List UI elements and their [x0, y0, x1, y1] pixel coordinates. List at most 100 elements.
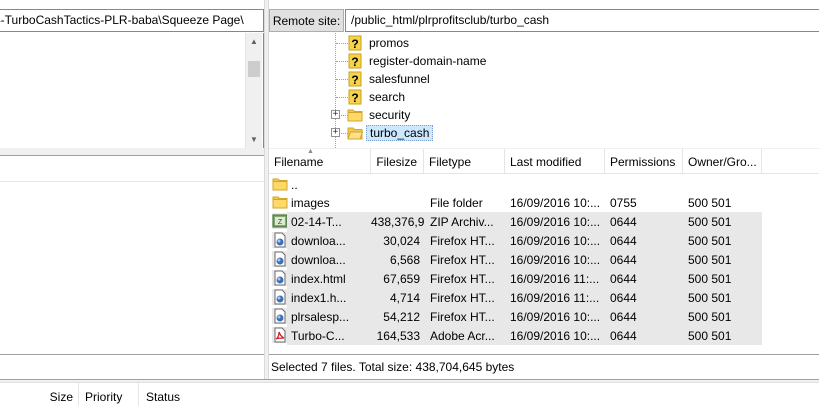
file-row[interactable]: index.html 67,659 Firefox HT... 16/09/20…: [269, 269, 819, 288]
file-type: Firefox HT...: [424, 231, 505, 250]
tree-item-label: register-domain-name: [369, 54, 487, 68]
file-type: Firefox HT...: [424, 250, 505, 269]
file-size: 54,212: [371, 307, 424, 326]
expand-icon[interactable]: +: [331, 128, 340, 137]
tree-item-search[interactable]: ? search: [269, 88, 819, 106]
file-name: plrsalesp...: [287, 307, 371, 326]
file-permissions: 0644: [605, 326, 683, 345]
file-name: images: [291, 196, 330, 210]
local-tree-scrollbar[interactable]: ▲ ▼: [245, 33, 262, 148]
column-label: Owner/Gro...: [688, 155, 757, 169]
tree-item-label: salesfunnel: [369, 72, 430, 86]
remote-directory-tree[interactable]: ? promos ? register-domain-name ? salesf…: [269, 33, 819, 148]
local-directory-tree[interactable]: [0, 33, 264, 148]
tree-item-security[interactable]: + security: [269, 106, 819, 124]
local-path-input[interactable]: 4-TurboCashTactics-PLR-baba\Squeeze Page…: [0, 9, 264, 32]
file-row[interactable]: downloa... 6,568 Firefox HT... 16/09/201…: [269, 250, 819, 269]
remote-site-label: Remote site:: [269, 9, 344, 32]
file-modified: 16/09/2016 10:...: [505, 212, 605, 231]
file-permissions: 0755: [610, 196, 637, 210]
file-row[interactable]: plrsalesp... 54,212 Firefox HT... 16/09/…: [269, 307, 819, 326]
queue-column-size[interactable]: Size: [0, 383, 79, 406]
file-size: 6,568: [371, 250, 424, 269]
folder-icon: [272, 176, 288, 192]
local-pane-splitter[interactable]: [0, 148, 264, 156]
scroll-up-arrow-icon[interactable]: ▲: [246, 33, 262, 49]
column-label: Status: [146, 390, 181, 404]
html-file-icon: [272, 232, 288, 248]
file-owner: 500 501: [683, 212, 762, 231]
file-owner: 500 501: [683, 269, 762, 288]
file-modified: 16/09/2016 10:...: [510, 196, 601, 210]
html-file-icon: [272, 251, 288, 267]
svg-text:?: ?: [351, 55, 358, 69]
file-row[interactable]: images File folder 16/09/2016 10:... 075…: [269, 193, 819, 212]
file-type: Firefox HT...: [424, 269, 505, 288]
column-header-permissions[interactable]: Permissions: [605, 149, 683, 174]
file-row[interactable]: Turbo-C... 164,533 Adobe Acr... 16/09/20…: [269, 326, 819, 345]
tree-item-label: turbo_cash: [366, 125, 434, 141]
tree-item-register-domain-name[interactable]: ? register-domain-name: [269, 52, 819, 70]
column-header-filename[interactable]: ▲ Filename: [269, 149, 371, 174]
html-file-icon: [272, 308, 288, 324]
scroll-down-arrow-icon[interactable]: ▼: [246, 131, 262, 147]
file-owner: 500 501: [683, 288, 762, 307]
column-header-owner-group[interactable]: Owner/Gro...: [683, 149, 762, 174]
expand-icon[interactable]: +: [331, 110, 340, 119]
file-name: ..: [291, 178, 298, 192]
file-name: downloa...: [287, 231, 371, 250]
file-owner: 500 501: [683, 231, 762, 250]
file-row[interactable]: downloa... 30,024 Firefox HT... 16/09/20…: [269, 231, 819, 250]
file-row[interactable]: Z 02-14-T... 438,376,935 ZIP Archiv... 1…: [269, 212, 819, 231]
local-status-bar: [0, 354, 264, 379]
sort-ascending-icon: ▲: [307, 149, 314, 155]
column-label: Permissions: [610, 155, 676, 169]
remote-file-list[interactable]: .. images File folder 16/09/2016 10:... …: [269, 174, 819, 354]
queue-column-status[interactable]: Status: [139, 383, 339, 406]
svg-text:Z: Z: [278, 219, 283, 226]
file-type: Adobe Acr...: [424, 326, 505, 345]
column-label: Priority: [85, 390, 123, 404]
svg-text:?: ?: [351, 91, 358, 105]
tree-item-label: search: [369, 90, 406, 104]
queue-column-priority[interactable]: Priority: [79, 383, 139, 406]
file-name: index1.h...: [287, 288, 371, 307]
column-label: Filetype: [429, 155, 472, 169]
tree-item-turbo-cash[interactable]: + turbo_cash: [269, 124, 819, 142]
column-header-filetype[interactable]: Filetype: [424, 149, 505, 174]
html-file-icon: [272, 270, 288, 286]
remote-path-input[interactable]: /public_html/plrprofitsclub/turbo_cash: [345, 9, 819, 32]
file-modified: 16/09/2016 11:...: [505, 269, 605, 288]
tree-item-label: security: [369, 108, 411, 122]
local-file-list[interactable]: [0, 182, 264, 354]
file-permissions: 0644: [605, 307, 683, 326]
tree-item-label: promos: [369, 36, 410, 50]
file-type: Firefox HT...: [424, 288, 505, 307]
file-name: downloa...: [287, 250, 371, 269]
file-type: Firefox HT...: [424, 307, 505, 326]
remote-path-text: /public_html/plrprofitsclub/turbo_cash: [351, 13, 550, 27]
file-owner: 500 501: [688, 196, 732, 210]
file-size: 4,714: [371, 288, 424, 307]
file-owner: 500 501: [683, 326, 762, 345]
scroll-thumb[interactable]: [248, 61, 260, 77]
column-header-filesize[interactable]: Filesize: [371, 149, 424, 174]
file-modified: 16/09/2016 10:...: [505, 250, 605, 269]
transfer-queue-header: Size Priority Status: [0, 382, 819, 406]
file-row[interactable]: index1.h... 4,714 Firefox HT... 16/09/20…: [269, 288, 819, 307]
selection-summary: Selected 7 files. Total size: 438,704,64…: [271, 360, 515, 374]
tree-item-promos[interactable]: ? promos: [269, 34, 819, 52]
file-type: File folder: [430, 196, 483, 210]
local-path-text: 4-TurboCashTactics-PLR-baba\Squeeze Page…: [0, 13, 244, 27]
html-file-icon: [272, 289, 288, 305]
file-size: 164,533: [371, 326, 424, 345]
file-row-parent[interactable]: ..: [269, 175, 819, 194]
file-modified: 16/09/2016 10:...: [505, 326, 605, 345]
column-header-last-modified[interactable]: Last modified: [505, 149, 605, 174]
file-name: 02-14-T...: [287, 212, 371, 231]
column-label: Last modified: [510, 155, 582, 169]
file-size: [371, 193, 424, 212]
question-icon: ?: [347, 35, 363, 51]
file-permissions: 0644: [605, 250, 683, 269]
tree-item-salesfunnel[interactable]: ? salesfunnel: [269, 70, 819, 88]
